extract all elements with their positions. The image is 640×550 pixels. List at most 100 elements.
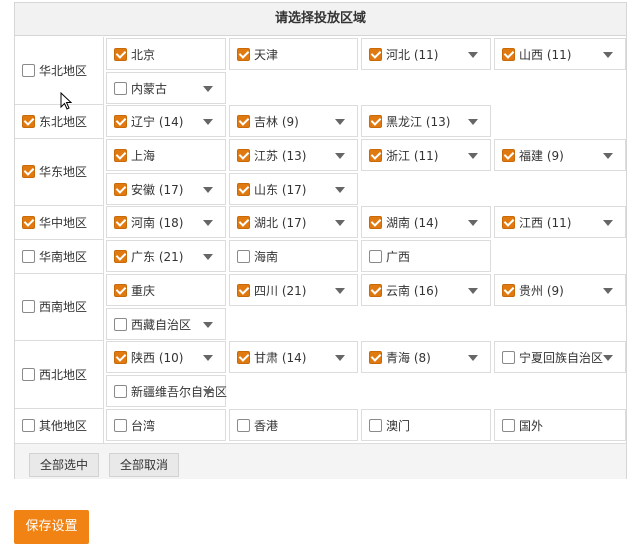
caret-down-icon[interactable] [203,220,213,226]
caret-down-icon[interactable] [335,153,345,159]
province-item[interactable]: 福建 (9) [494,139,626,171]
caret-down-icon[interactable] [468,52,478,58]
caret-down-icon[interactable] [468,220,478,226]
caret-down-icon[interactable] [468,153,478,159]
province-item[interactable]: 重庆 [106,274,226,306]
caret-down-icon[interactable] [203,187,213,193]
province-item[interactable]: 湖北 (17) [229,206,358,238]
province-item[interactable]: 新疆维吾尔自治区 [106,375,227,407]
province-item[interactable]: 黑龙江 (13) [361,105,491,137]
province-item[interactable]: 香港 [229,409,358,441]
province-checkbox[interactable] [114,249,127,263]
caret-down-icon[interactable] [203,322,213,328]
province-checkbox[interactable] [114,350,127,364]
province-item[interactable]: 台湾 [106,409,226,441]
province-item[interactable]: 上海 [106,139,226,171]
province-item[interactable]: 宁夏回族自治区 [494,341,626,373]
province-checkbox[interactable] [237,148,250,162]
province-checkbox[interactable] [237,418,250,432]
caret-down-icon[interactable] [468,355,478,361]
caret-down-icon[interactable] [335,119,345,125]
province-item[interactable]: 山西 (11) [494,38,626,70]
caret-down-icon[interactable] [335,187,345,193]
province-item[interactable]: 湖南 (14) [361,206,491,238]
region-checkbox[interactable] [22,215,35,229]
province-item[interactable]: 青海 (8) [361,341,491,373]
province-item[interactable]: 安徽 (17) [106,173,226,205]
province-item[interactable]: 江西 (11) [494,206,626,238]
caret-down-icon[interactable] [203,389,213,395]
caret-down-icon[interactable] [603,52,613,58]
region-row-5[interactable]: 西南地区 [15,273,104,341]
province-checkbox[interactable] [114,114,127,128]
province-checkbox[interactable] [237,182,250,196]
caret-down-icon[interactable] [603,220,613,226]
region-row-4[interactable]: 华南地区 [15,239,104,274]
deselect-all-button[interactable]: 全部取消 [109,453,180,477]
province-checkbox[interactable] [502,215,515,229]
province-item[interactable]: 浙江 (11) [361,139,491,171]
province-checkbox[interactable] [114,384,127,398]
province-checkbox[interactable] [369,148,382,162]
caret-down-icon[interactable] [335,288,345,294]
province-item[interactable]: 甘肃 (14) [229,341,358,373]
region-checkbox[interactable] [22,165,35,178]
province-checkbox[interactable] [369,249,382,263]
region-checkbox[interactable] [22,367,35,381]
caret-down-icon[interactable] [468,288,478,294]
province-item[interactable]: 广东 (21) [106,240,226,272]
province-checkbox[interactable] [237,47,250,61]
province-checkbox[interactable] [114,182,127,196]
caret-down-icon[interactable] [203,86,213,92]
province-checkbox[interactable] [369,114,382,128]
province-item[interactable]: 广西 [361,240,491,272]
province-checkbox[interactable] [369,350,382,364]
province-checkbox[interactable] [237,114,250,128]
region-row-2[interactable]: 华东地区 [15,138,104,206]
province-item[interactable]: 吉林 (9) [229,105,358,137]
caret-down-icon[interactable] [203,119,213,125]
province-item[interactable]: 河南 (18) [106,206,226,238]
province-checkbox[interactable] [114,215,127,229]
province-item[interactable]: 北京 [106,38,226,70]
region-row-3[interactable]: 华中地区 [15,205,104,240]
province-checkbox[interactable] [502,350,515,364]
province-checkbox[interactable] [502,418,515,432]
province-checkbox[interactable] [369,418,382,432]
province-checkbox[interactable] [369,215,382,229]
province-checkbox[interactable] [502,283,515,297]
region-checkbox[interactable] [22,114,35,128]
province-checkbox[interactable] [502,148,515,162]
caret-down-icon[interactable] [468,119,478,125]
province-item[interactable]: 云南 (16) [361,274,491,306]
province-checkbox[interactable] [114,418,127,432]
region-checkbox[interactable] [22,419,35,432]
province-checkbox[interactable] [237,283,250,297]
province-checkbox[interactable] [114,317,127,331]
caret-down-icon[interactable] [335,220,345,226]
region-checkbox[interactable] [22,249,35,263]
province-item[interactable]: 国外 [494,409,626,441]
province-checkbox[interactable] [237,350,250,364]
caret-down-icon[interactable] [203,254,213,260]
select-all-button[interactable]: 全部选中 [29,453,100,477]
region-row-7[interactable]: 其他地区 [15,408,104,444]
province-item[interactable]: 西藏自治区 [106,308,226,340]
province-item[interactable]: 陕西 (10) [106,341,226,373]
province-item[interactable]: 辽宁 (14) [106,105,226,137]
province-item[interactable]: 山东 (17) [229,173,358,205]
province-item[interactable]: 澳门 [361,409,491,441]
province-checkbox[interactable] [369,47,382,61]
province-checkbox[interactable] [114,47,127,61]
region-checkbox[interactable] [22,64,35,77]
province-item[interactable]: 四川 (21) [229,274,358,306]
province-item[interactable]: 贵州 (9) [494,274,626,306]
province-item[interactable]: 天津 [229,38,358,70]
caret-down-icon[interactable] [603,153,613,159]
province-item[interactable]: 江苏 (13) [229,139,358,171]
region-checkbox[interactable] [22,300,35,313]
province-checkbox[interactable] [114,148,127,162]
province-checkbox[interactable] [114,81,127,95]
region-row-6[interactable]: 西北地区 [15,340,104,409]
province-checkbox[interactable] [369,283,382,297]
